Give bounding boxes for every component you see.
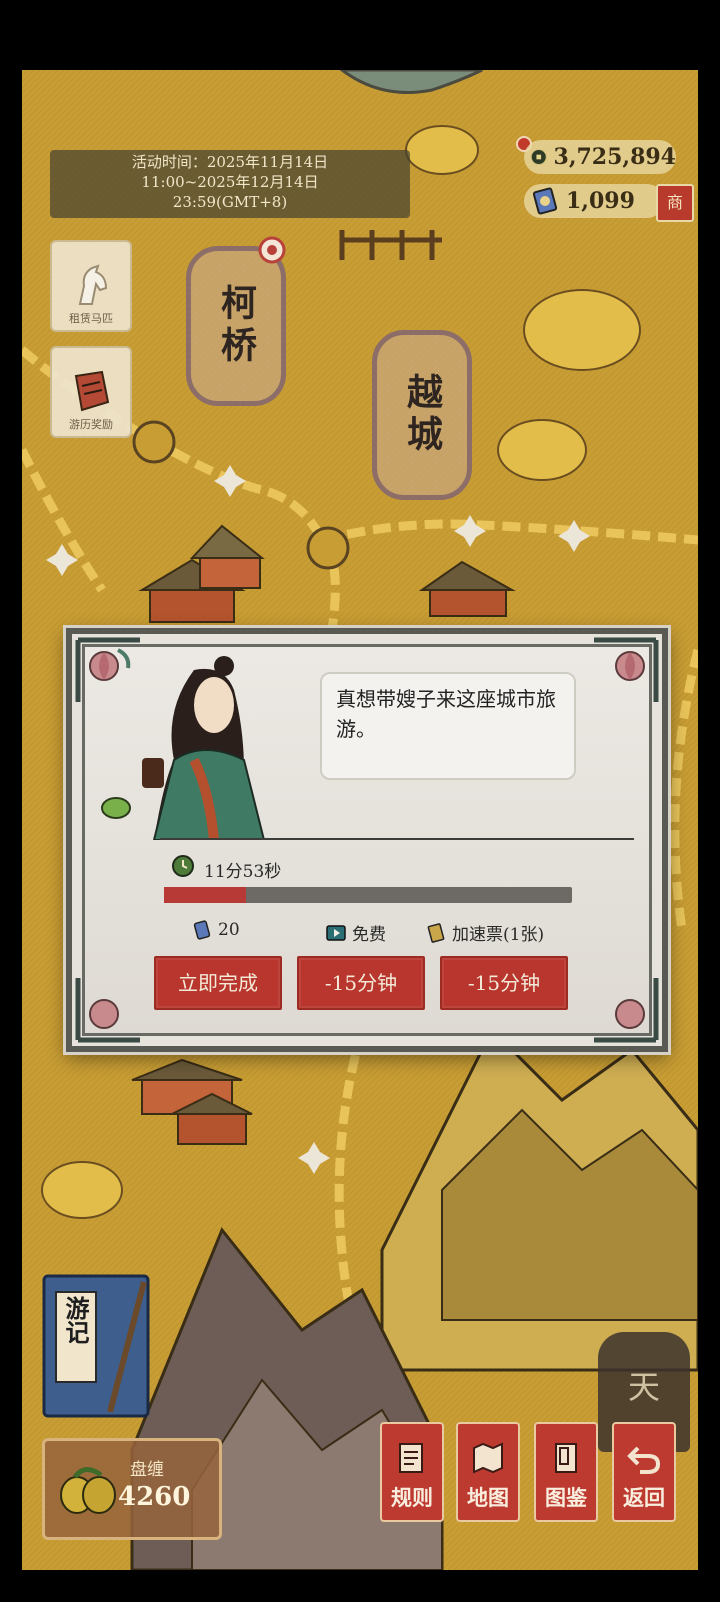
reward-scroll-icon	[74, 370, 110, 412]
watch-ad-speedup-button[interactable]: -15分钟	[297, 956, 425, 1010]
journal-book-icon	[42, 1274, 150, 1418]
map-button[interactable]: 地图	[456, 1422, 520, 1522]
map-label: 地图	[467, 1485, 509, 1510]
city-plaque-yuecheng[interactable]: 越城	[372, 330, 472, 500]
dialog-divider	[160, 838, 634, 840]
timer-icon	[172, 855, 194, 877]
speed-ticket-cost-value: 加速票(1张)	[452, 925, 545, 945]
ad-cost: 免费	[326, 920, 386, 945]
travel-reward-button[interactable]: 游历奖励	[50, 346, 132, 438]
rules-scroll-icon	[399, 1443, 423, 1473]
travel-money-count: 4260	[118, 1482, 191, 1512]
book-icon	[555, 1443, 577, 1473]
frog-icon	[101, 797, 131, 819]
ticket-icon	[193, 920, 211, 940]
ticket-amount: 1,099	[566, 188, 635, 214]
back-label: 返回	[623, 1485, 665, 1510]
ticket-icon	[532, 187, 558, 215]
ticket-counter[interactable]: 1,099	[524, 184, 664, 218]
rules-label: 规则	[391, 1485, 433, 1510]
shop-icon: 商	[666, 193, 683, 212]
video-ad-icon	[326, 924, 346, 941]
travel-money-label: 盘缠	[130, 1460, 164, 1480]
back-button[interactable]: 返回	[612, 1422, 676, 1522]
journal-button[interactable]: 游记	[40, 1272, 156, 1420]
city-name: 柯桥	[215, 284, 257, 368]
city-name: 越城	[401, 373, 443, 457]
map-icon	[473, 1442, 503, 1474]
rent-horse-button[interactable]: 租赁马匹	[50, 240, 132, 332]
flower-corner-icon	[594, 637, 659, 702]
travel-reward-label: 游历奖励	[69, 418, 113, 431]
journal-label: 游记	[61, 1296, 90, 1344]
speech-text: 真想带嫂子来这座城市旅游。	[336, 687, 556, 741]
speed-ticket-cost: 加速票(1张)	[426, 920, 544, 945]
shop-button[interactable]: 商	[656, 184, 694, 222]
rules-button[interactable]: 规则	[380, 1422, 444, 1522]
event-time-line3: 23:59(GMT+8)	[172, 193, 288, 211]
coin-amount: 3,725,894	[553, 144, 676, 170]
atlas-button[interactable]: 图鉴	[534, 1422, 598, 1522]
speech-bubble: 真想带嫂子来这座城市旅游。	[320, 672, 576, 780]
road-node[interactable]	[132, 420, 176, 464]
seal-marker-icon	[258, 236, 286, 264]
instant-cost-value: 20	[218, 920, 240, 940]
event-time-banner: 活动时间：2025年11月14日 11:00~2025年12月14日 23:59…	[50, 150, 410, 218]
travel-progress-bar	[164, 887, 572, 903]
speed-ticket-icon	[427, 922, 445, 943]
coin-counter[interactable]: 3,725,894	[524, 140, 676, 174]
copper-coin-icon	[530, 148, 547, 166]
progress-fill	[164, 887, 246, 903]
city-plaque-keqiao[interactable]: 柯桥	[186, 246, 286, 406]
event-time-line1: 活动时间：2025年11月14日	[131, 153, 329, 171]
horse-icon	[78, 264, 108, 305]
rent-horse-label: 租赁马匹	[69, 312, 113, 325]
city-name-partial: 天	[627, 1368, 660, 1406]
traveler-portrait	[101, 656, 266, 840]
road-node[interactable]	[306, 526, 350, 570]
atlas-label: 图鉴	[545, 1485, 587, 1510]
flower-corner-icon	[594, 978, 659, 1043]
ad-cost-value: 免费	[352, 925, 386, 945]
complete-now-button[interactable]: 立即完成	[154, 956, 282, 1010]
instant-cost: 20	[192, 920, 240, 940]
ticket-speedup-button[interactable]: -15分钟	[440, 956, 568, 1010]
melon-coin-icon	[60, 1467, 116, 1514]
event-time-line2: 11:00~2025年12月14日	[141, 173, 319, 191]
back-arrow-icon	[627, 1446, 661, 1474]
timer-text: 11分53秒	[204, 862, 282, 882]
flower-corner-icon	[75, 978, 140, 1043]
